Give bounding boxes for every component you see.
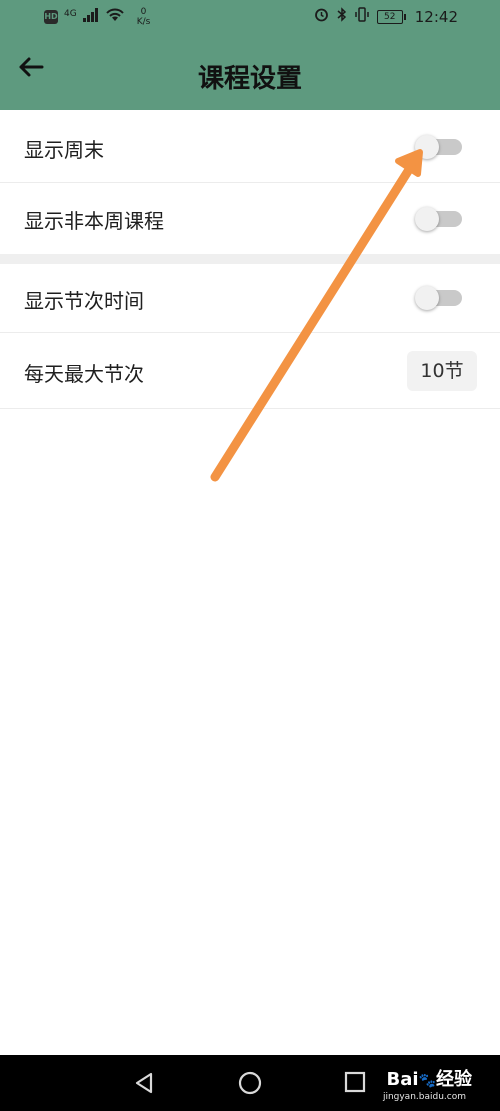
setting-label: 显示周末	[24, 138, 104, 162]
back-triangle-icon	[135, 1072, 153, 1094]
nav-back-button[interactable]	[133, 1071, 155, 1099]
show-non-week-courses-toggle[interactable]	[415, 207, 462, 231]
setting-row-show-non-week-courses: 显示非本周课程	[0, 183, 500, 254]
page-title: 课程设置	[197, 64, 302, 94]
watermark-url: jingyan.baidu.com	[382, 1092, 466, 1102]
toggle-knob	[415, 135, 439, 159]
nav-recents-button[interactable]	[344, 1071, 366, 1097]
watermark-brand: Bai	[386, 1069, 419, 1090]
setting-label: 显示节次时间	[24, 289, 144, 313]
hd-badge: HD	[44, 10, 58, 24]
setting-row-max-periods: 每天最大节次 10节	[0, 333, 500, 409]
alarm-icon	[314, 7, 329, 26]
toggle-knob	[415, 286, 439, 310]
home-circle-icon	[238, 1071, 262, 1095]
battery-indicator: 52	[376, 9, 406, 24]
paw-icon: 🐾	[418, 1073, 436, 1089]
bluetooth-icon	[337, 7, 347, 26]
show-weekend-toggle[interactable]	[415, 135, 462, 159]
net-speed-unit: K/s	[136, 17, 151, 27]
signal-icon	[82, 8, 99, 26]
net-speed-value: 0	[140, 7, 147, 17]
watermark-logo: Bai🐾经验	[387, 1065, 472, 1091]
show-period-time-toggle[interactable]	[415, 286, 462, 310]
vibrate-icon	[355, 7, 369, 26]
status-time: 12:42	[414, 7, 458, 26]
setting-label: 显示非本周课程	[24, 209, 164, 233]
setting-label: 每天最大节次	[24, 362, 144, 386]
status-bar: HD 4G 0 K/s 52 12:42	[0, 0, 500, 34]
max-periods-value[interactable]: 10节	[407, 351, 477, 391]
setting-row-show-weekend: 显示周末	[0, 110, 500, 183]
network-type: 4G	[64, 9, 77, 19]
recents-square-icon	[344, 1071, 366, 1093]
nav-home-button[interactable]	[238, 1071, 262, 1099]
setting-row-show-period-time: 显示节次时间	[0, 264, 500, 333]
section-divider	[0, 254, 500, 264]
watermark-brand2: 经验	[436, 1069, 472, 1090]
app-header: HD 4G 0 K/s 52 12:42 课程设置	[0, 0, 500, 110]
wifi-icon	[105, 8, 125, 26]
toggle-knob	[415, 207, 439, 231]
net-speed: 0 K/s	[137, 7, 151, 27]
